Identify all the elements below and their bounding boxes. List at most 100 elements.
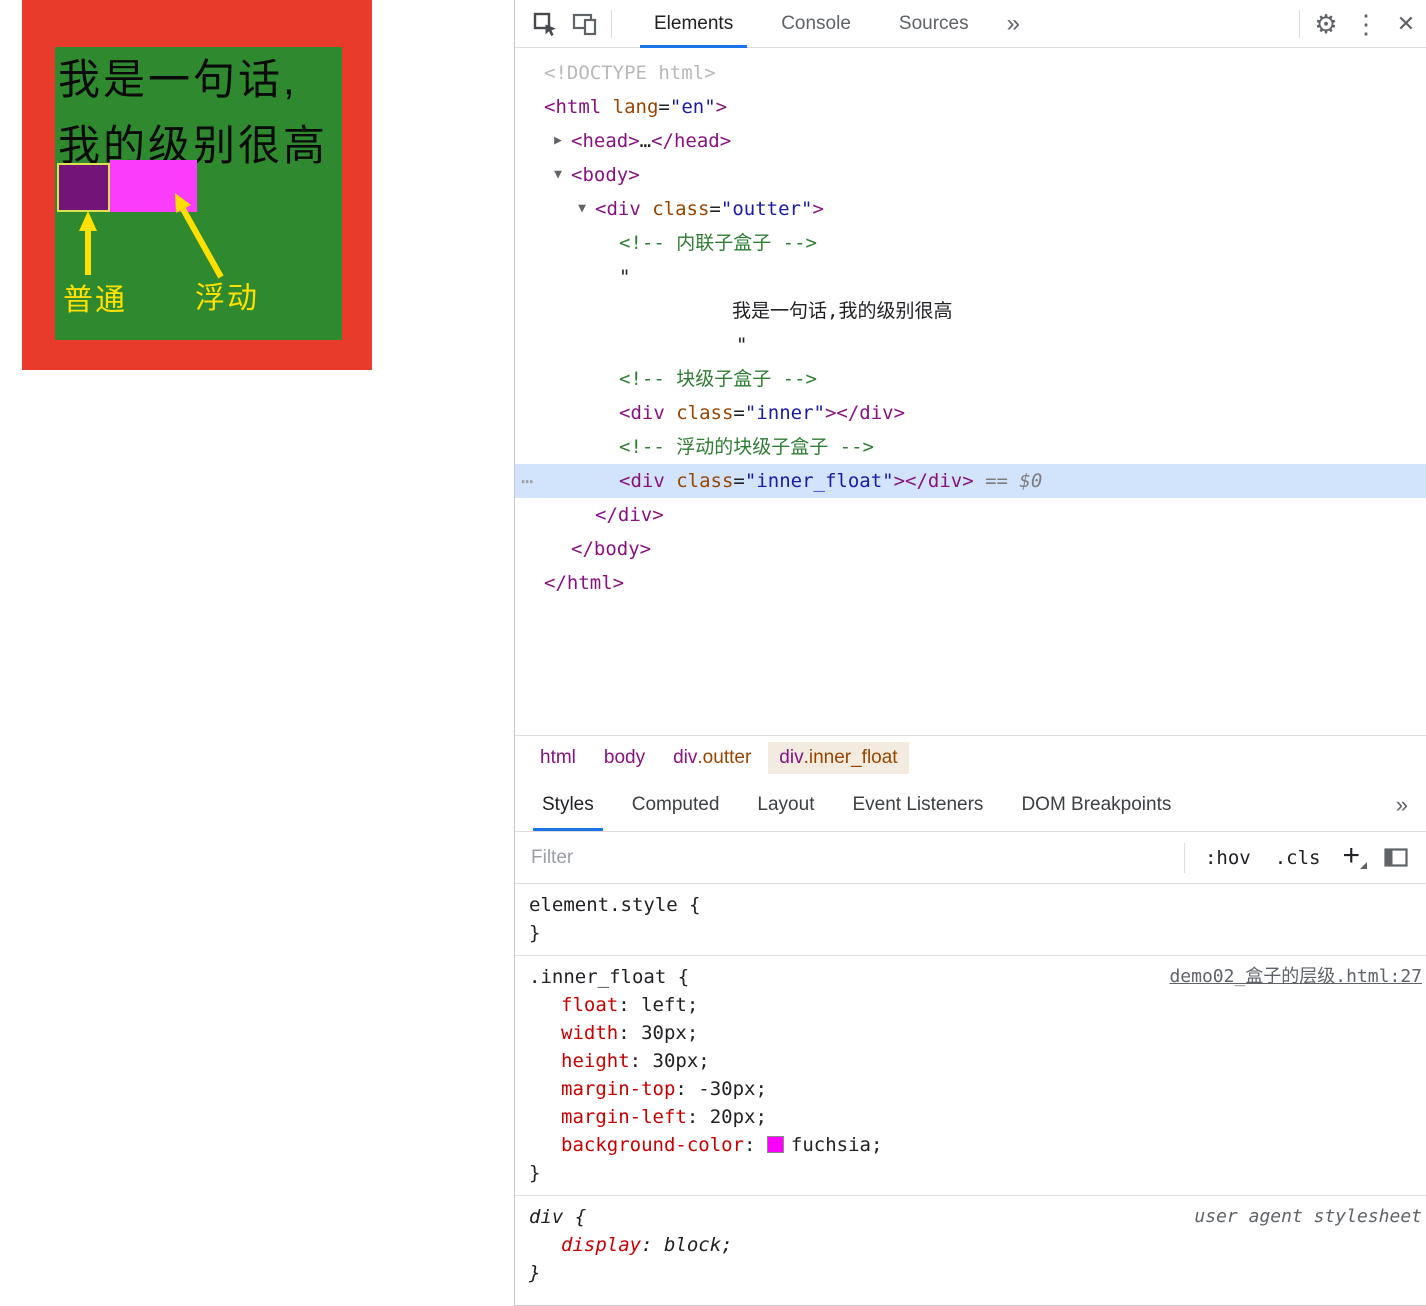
element-classes-button[interactable]: .cls bbox=[1263, 841, 1333, 875]
collapse-arrow-icon[interactable]: ▼ bbox=[571, 192, 593, 226]
property-name: display bbox=[561, 1234, 642, 1256]
property-name: height bbox=[561, 1050, 630, 1072]
dom-tree-line[interactable]: <div class="inner"></div> bbox=[515, 396, 1426, 430]
breadcrumb-item[interactable]: html bbox=[529, 742, 587, 774]
style-property[interactable]: background-color: fuchsia; bbox=[529, 1131, 1422, 1159]
property-name: margin-top bbox=[561, 1078, 676, 1100]
inspect-cursor-icon bbox=[533, 12, 556, 36]
dom-tree-line[interactable]: <!-- 浮动的块级子盒子 --> bbox=[515, 430, 1426, 464]
crumb-tag: div bbox=[673, 746, 698, 768]
dom-tree-line[interactable]: <html lang="en"> bbox=[515, 90, 1426, 124]
style-property[interactable]: margin-top: -30px; bbox=[529, 1075, 1422, 1103]
rule-header: user agent stylesheet div { bbox=[529, 1203, 1422, 1231]
inspect-element-button[interactable] bbox=[525, 3, 565, 45]
code-token: <!-- 浮动的块级子盒子 --> bbox=[619, 436, 874, 458]
tab-styles[interactable]: Styles bbox=[523, 779, 613, 831]
closing-brace: } bbox=[529, 922, 541, 944]
closing-brace: } bbox=[529, 1162, 541, 1184]
breadcrumb-item[interactable]: body bbox=[593, 742, 656, 774]
stylesheet-link[interactable]: demo02_盒子的层级.html:27 bbox=[1169, 963, 1422, 991]
property-value: -30px bbox=[698, 1078, 756, 1100]
tab-sources[interactable]: Sources bbox=[875, 0, 993, 48]
inner-block-box bbox=[57, 163, 110, 212]
code-token: class bbox=[676, 470, 734, 492]
colon: : bbox=[618, 1022, 642, 1044]
dom-tree-line[interactable]: " bbox=[515, 260, 1426, 294]
dom-tree-line[interactable]: </body> bbox=[515, 532, 1426, 566]
color-swatch-icon[interactable] bbox=[766, 1136, 784, 1153]
tab-event-listeners[interactable]: Event Listeners bbox=[833, 779, 1002, 831]
devtools-tab-strip: Elements Console Sources» bbox=[630, 0, 1034, 48]
property-name: float bbox=[561, 994, 619, 1016]
tab-layout[interactable]: Layout bbox=[738, 779, 833, 831]
style-property[interactable]: height: 30px; bbox=[529, 1047, 1422, 1075]
dom-tree-line[interactable]: </html> bbox=[515, 566, 1426, 600]
property-value: block bbox=[663, 1234, 722, 1256]
device-toolbar-icon bbox=[572, 13, 597, 35]
collapse-arrow-icon[interactable]: ▼ bbox=[547, 158, 569, 192]
code-token: "outter" bbox=[720, 198, 813, 220]
devtools-panel: Elements Console Sources» ⚙ ⋮ ✕ <!DOCTYPE … bbox=[514, 0, 1426, 1306]
dom-tree-line[interactable]: <!-- 内联子盒子 --> bbox=[515, 226, 1426, 260]
more-options-kebab-button[interactable]: ⋮ bbox=[1346, 3, 1386, 45]
property-name: margin-left bbox=[561, 1106, 687, 1128]
tab-computed[interactable]: Computed bbox=[613, 779, 739, 831]
rule-selector[interactable]: div bbox=[529, 1206, 563, 1228]
dom-tree-line[interactable]: ▼ <body> bbox=[515, 158, 1426, 192]
breadcrumb: html body div .outter div .inner_float bbox=[515, 735, 1426, 779]
open-brace: { bbox=[677, 894, 701, 916]
tab-elements[interactable]: Elements bbox=[630, 0, 757, 48]
settings-gear-button[interactable]: ⚙ bbox=[1306, 3, 1346, 45]
toggle-element-state-button[interactable]: :hov bbox=[1193, 841, 1263, 875]
code-token: class bbox=[652, 198, 710, 220]
dom-tree-line[interactable]: ▼ <div class="outter"> bbox=[515, 192, 1426, 226]
code-token: == $0 bbox=[973, 470, 1043, 492]
code-token: = bbox=[733, 402, 745, 424]
dom-tree-line[interactable]: <!DOCTYPE html> bbox=[515, 56, 1426, 90]
rule-selector[interactable]: .inner_float bbox=[529, 966, 666, 988]
device-toolbar-button[interactable] bbox=[565, 3, 605, 45]
sentence-line1: 我是一句话, bbox=[58, 56, 298, 103]
expand-arrow-icon[interactable]: ▶ bbox=[547, 124, 569, 158]
crumb-class: .outter bbox=[697, 746, 752, 768]
crumb-class: .inner_float bbox=[803, 746, 898, 768]
line-actions-icon[interactable]: ⋯ bbox=[521, 464, 534, 498]
property-value: 20px bbox=[709, 1106, 756, 1128]
dock-sidebar-button[interactable] bbox=[1370, 848, 1414, 867]
tab-dom-breakpoints[interactable]: DOM Breakpoints bbox=[1002, 779, 1190, 831]
more-tabs-chevron-icon[interactable]: » bbox=[1378, 779, 1426, 831]
new-style-rule-button[interactable]: + bbox=[1332, 839, 1370, 877]
close-icon: ✕ bbox=[1396, 10, 1416, 36]
dom-tree-line[interactable]: " bbox=[515, 328, 1426, 362]
style-property[interactable]: float: left; bbox=[529, 991, 1422, 1019]
dom-tree-line[interactable]: ▶ <head>…</head> bbox=[515, 124, 1426, 158]
style-property[interactable]: width: 30px; bbox=[529, 1019, 1422, 1047]
dom-tree-line[interactable]: <!-- 块级子盒子 --> bbox=[515, 362, 1426, 396]
style-property[interactable]: margin-left: 20px; bbox=[529, 1103, 1422, 1131]
dom-tree-line[interactable]: 我是一句话,我的级别很高 bbox=[515, 294, 1426, 328]
semicolon: ; bbox=[686, 1022, 699, 1044]
code-token: = bbox=[658, 96, 670, 118]
code-token: "inner" bbox=[744, 402, 825, 424]
colon: : bbox=[686, 1106, 710, 1128]
dom-tree-line[interactable]: ⋯ <div class="inner_float"></div> == $0 bbox=[515, 464, 1426, 498]
breadcrumb-item[interactable]: div .inner_float bbox=[768, 741, 909, 774]
rule-selector[interactable]: element.style bbox=[529, 894, 678, 916]
style-property[interactable]: display: block; bbox=[529, 1231, 1422, 1259]
style-rule: demo02_盒子的层级.html:27 .inner_float {float:… bbox=[515, 956, 1426, 1196]
breadcrumb-item[interactable]: div .outter bbox=[662, 742, 762, 774]
more-tabs-chevron-icon[interactable]: » bbox=[993, 0, 1034, 48]
semicolon: ; bbox=[686, 994, 699, 1016]
tab-console[interactable]: Console bbox=[757, 0, 875, 48]
code-token: ></div> bbox=[824, 402, 906, 424]
dom-tree-line[interactable]: </div> bbox=[515, 498, 1426, 532]
styles-pane: element.style {} demo02_盒子的层级.html:27 .inn… bbox=[515, 884, 1426, 1306]
styles-filter-input[interactable] bbox=[531, 839, 1176, 876]
code-token: > bbox=[812, 198, 824, 220]
filter-divider bbox=[1183, 842, 1185, 873]
close-devtools-button[interactable]: ✕ bbox=[1386, 3, 1426, 45]
colon: : bbox=[675, 1078, 699, 1100]
toolbar-divider bbox=[611, 9, 612, 38]
